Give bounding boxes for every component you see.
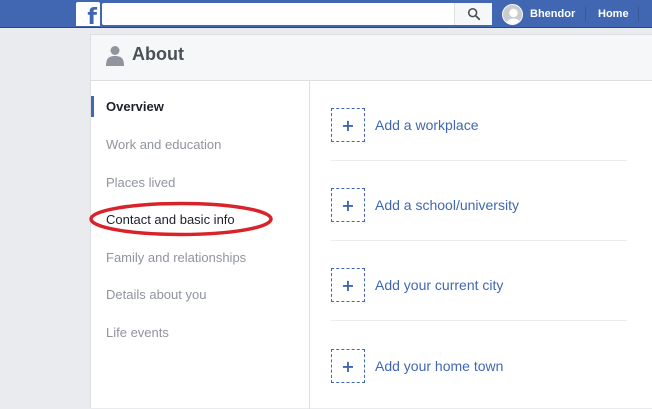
about-card: About Overview Work and education Places… bbox=[89, 34, 652, 409]
person-silhouette-icon bbox=[106, 46, 124, 66]
about-header: About bbox=[91, 35, 652, 81]
plus-icon[interactable]: + bbox=[331, 268, 365, 302]
about-sidebar: Overview Work and education Places lived… bbox=[89, 81, 310, 409]
nav-divider bbox=[585, 7, 586, 21]
overview-content: + Add a workplace + Add a school/univers… bbox=[311, 81, 652, 409]
avatar bbox=[502, 3, 523, 25]
facebook-logo-icon[interactable]: f bbox=[76, 2, 100, 26]
active-indicator bbox=[91, 96, 94, 117]
logo-letter: f bbox=[87, 5, 97, 27]
plus-icon[interactable]: + bbox=[331, 108, 365, 142]
sidebar-item-work-and-education[interactable]: Work and education bbox=[106, 137, 221, 152]
search-button[interactable] bbox=[454, 3, 492, 25]
plus-icon[interactable]: + bbox=[331, 188, 365, 222]
add-workplace-row[interactable]: + Add a workplace bbox=[331, 81, 627, 161]
sidebar-item-family-and-relationships[interactable]: Family and relationships bbox=[106, 250, 246, 265]
sidebar-item-life-events[interactable]: Life events bbox=[106, 325, 169, 340]
sidebar-item-contact-and-basic-info[interactable]: Contact and basic info bbox=[106, 212, 235, 227]
nav-divider bbox=[638, 7, 639, 21]
search-bar bbox=[102, 3, 492, 25]
page-title: About bbox=[132, 44, 184, 64]
add-current-city-link[interactable]: Add your current city bbox=[375, 277, 503, 293]
add-school-link[interactable]: Add a school/university bbox=[375, 197, 519, 213]
search-input[interactable] bbox=[102, 3, 452, 25]
profile-name: Bhendor bbox=[530, 8, 576, 20]
add-school-row[interactable]: + Add a school/university bbox=[331, 161, 627, 241]
plus-icon[interactable]: + bbox=[331, 349, 365, 383]
search-icon bbox=[467, 7, 480, 21]
add-workplace-link[interactable]: Add a workplace bbox=[375, 117, 479, 133]
top-navigation-bar: f Bhendor Home bbox=[0, 0, 652, 28]
add-home-town-row[interactable]: + Add your home town bbox=[331, 322, 627, 402]
profile-link[interactable]: Bhendor bbox=[502, 3, 575, 25]
avatar-silhouette-icon bbox=[503, 4, 522, 24]
add-home-town-link[interactable]: Add your home town bbox=[375, 358, 503, 374]
home-link[interactable]: Home bbox=[598, 8, 629, 20]
sidebar-item-places-lived[interactable]: Places lived bbox=[106, 175, 175, 190]
sidebar-item-overview[interactable]: Overview bbox=[106, 99, 164, 114]
sidebar-item-details-about-you[interactable]: Details about you bbox=[106, 287, 206, 302]
add-current-city-row[interactable]: + Add your current city bbox=[331, 241, 627, 321]
